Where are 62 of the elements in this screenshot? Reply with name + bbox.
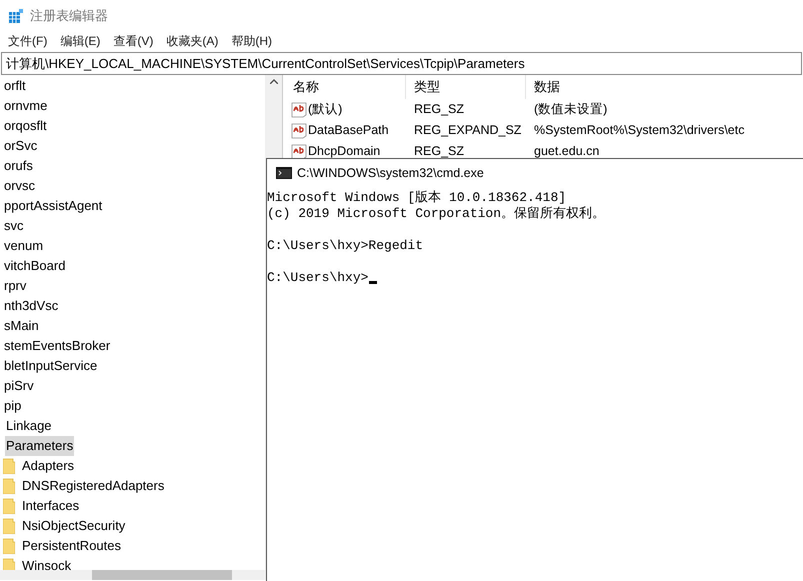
console-line: C:\Users\hxy>	[267, 270, 368, 286]
table-cell-text: guet.edu.cn	[533, 143, 600, 160]
tree-item[interactable]: nth3dVsc	[3, 296, 60, 316]
table-cell-text: DhcpDomain	[308, 143, 380, 160]
string-value-icon	[291, 102, 307, 118]
tree-item[interactable]: vitchBoard	[3, 256, 66, 276]
column-header[interactable]: 数据	[526, 75, 726, 99]
tree-item[interactable]: Winsock	[21, 556, 72, 570]
tree-item[interactable]: venum	[3, 236, 44, 256]
tree-item[interactable]: stemEventsBroker	[3, 336, 112, 356]
tree-item[interactable]: piSrv	[3, 376, 35, 396]
folder-icon	[3, 518, 15, 534]
folder-icon	[3, 498, 15, 514]
tree-item[interactable]: Interfaces	[21, 496, 80, 516]
tree-item[interactable]: Adapters	[21, 456, 76, 476]
tree-item[interactable]: NsiObjectSecurity	[21, 516, 126, 536]
tree-item[interactable]: pip	[3, 396, 22, 416]
tree-item[interactable]: ornvme	[3, 96, 48, 116]
tree-item[interactable]: Linkage	[5, 416, 53, 436]
tree-item[interactable]: Parameters	[5, 436, 74, 456]
table-cell-text: DataBasePath	[308, 122, 389, 140]
window-title: 注册表编辑器	[30, 7, 108, 26]
table-cell-text: REG_SZ	[413, 143, 466, 160]
menu-item[interactable]: 编辑(E)	[60, 32, 100, 50]
column-header[interactable]: 类型	[406, 75, 526, 99]
menu-item[interactable]: 查看(V)	[113, 32, 154, 50]
console-icon	[276, 167, 292, 179]
tree-item[interactable]: orflt	[3, 76, 27, 96]
folder-icon	[3, 538, 15, 554]
tree-item[interactable]: orufs	[3, 156, 34, 176]
console-line: Microsoft Windows [版本 10.0.18362.418]	[267, 190, 566, 206]
tree-item[interactable]: orvsc	[3, 176, 36, 196]
tree-item[interactable]: PersistentRoutes	[21, 536, 122, 556]
tree-item[interactable]: orqosflt	[3, 116, 48, 136]
menu-item[interactable]: 收藏夹(A)	[166, 32, 218, 50]
menu-item[interactable]: 文件(F)	[8, 32, 48, 50]
table-cell-text: (默认)	[308, 101, 342, 118]
table-cell-text: REG_EXPAND_SZ	[413, 122, 522, 140]
scrollbar-thumb[interactable]	[92, 570, 232, 580]
tree-item[interactable]: sMain	[3, 316, 40, 336]
cursor-icon	[369, 281, 378, 284]
table-cell-text: %SystemRoot%\System32\drivers\etc	[533, 122, 744, 140]
column-header[interactable]: 名称	[285, 75, 406, 99]
folder-icon	[3, 458, 15, 474]
tree-item[interactable]: orSvc	[3, 136, 38, 156]
tree-item[interactable]: pportAssistAgent	[3, 196, 104, 216]
folder-icon	[3, 478, 15, 494]
scroll-up-icon[interactable]	[270, 79, 278, 84]
horizontal-scrollbar[interactable]	[0, 570, 265, 580]
tree-item[interactable]: bletInputService	[3, 356, 98, 376]
registry-app-icon	[9, 9, 23, 23]
console-line: (c) 2019 Microsoft Corporation。保留所有权利。	[267, 206, 606, 222]
tree-item[interactable]: rprv	[3, 276, 28, 296]
console-line: C:\Users\hxy>Regedit	[267, 238, 424, 254]
string-value-icon	[291, 122, 307, 138]
table-cell-text: REG_SZ	[413, 101, 466, 118]
tree-item[interactable]: svc	[3, 216, 24, 236]
table-cell-text: (数值未设置)	[533, 101, 608, 118]
address-bar[interactable]: 计算机\HKEY_LOCAL_MACHINE\SYSTEM\CurrentControlSet\Services\Tcpip\Parameters	[1, 52, 802, 75]
tree-item[interactable]: DNSRegisteredAdapters	[21, 476, 166, 496]
menu-item[interactable]: 帮助(H)	[231, 32, 272, 50]
console-title: C:\WINDOWS\system32\cmd.exe	[297, 164, 484, 182]
